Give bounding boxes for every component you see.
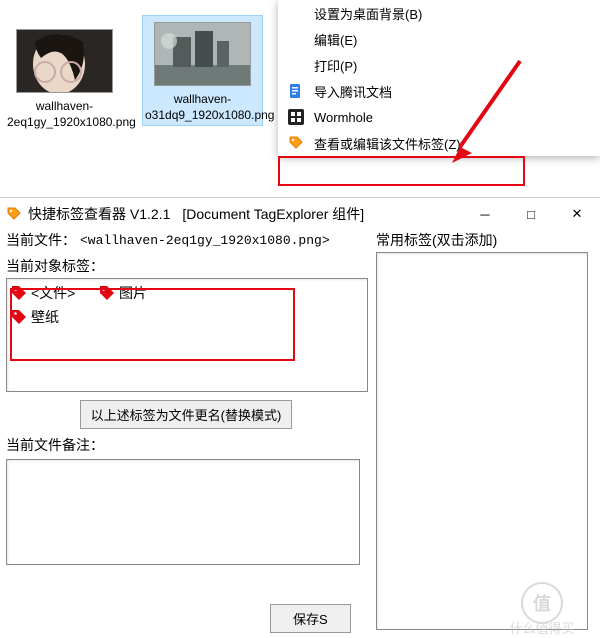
file-name-2: wallhaven-o31dq9_1920x1080.png bbox=[145, 92, 260, 123]
wormhole-icon bbox=[286, 107, 306, 127]
minimize-button[interactable]: ─ bbox=[462, 198, 508, 230]
watermark-icon: 值 什么值得买 bbox=[486, 581, 600, 638]
svg-text:什么值得买: 什么值得买 bbox=[509, 621, 574, 636]
menu-label: 设置为桌面背景(B) bbox=[314, 4, 422, 23]
context-menu-item[interactable]: 设置为桌面背景(B) bbox=[278, 0, 600, 26]
menu-label: 编辑(E) bbox=[314, 30, 357, 49]
tag-label: 图片 bbox=[119, 283, 147, 303]
tag-item[interactable]: 壁纸 bbox=[11, 307, 59, 327]
common-tags-label: 常用标签(双击添加) bbox=[376, 230, 497, 250]
menu-label: 导入腾讯文档 bbox=[314, 82, 392, 101]
title-bar[interactable]: 快捷标签查看器 V1.2.1 [Document TagExplorer 组件]… bbox=[0, 198, 600, 230]
save-button[interactable]: 保存S bbox=[270, 604, 351, 633]
context-menu-item-wormhole[interactable]: Wormhole bbox=[278, 104, 600, 130]
thumbnail-image bbox=[154, 22, 251, 86]
rename-button[interactable]: 以上述标签为文件更名(替换模式) bbox=[80, 400, 293, 429]
context-menu: 设置为桌面背景(B) 编辑(E) 打印(P) 导入腾讯文档 Wormhole 查… bbox=[278, 0, 600, 156]
svg-text:值: 值 bbox=[533, 593, 551, 614]
file-thumbnail-1[interactable]: wallhaven-2eq1gy_1920x1080.png bbox=[4, 22, 125, 133]
app-icon bbox=[6, 206, 22, 222]
tag-label: <文件> bbox=[31, 283, 75, 303]
current-file-label: 当前文件： bbox=[6, 230, 76, 250]
tag-icon bbox=[286, 133, 306, 153]
tag-item[interactable]: 图片 bbox=[99, 283, 147, 303]
current-file-value: <wallhaven-2eq1gy_1920x1080.png> bbox=[80, 233, 330, 248]
window-title: 快捷标签查看器 V1.2.1 bbox=[28, 204, 170, 224]
menu-label: Wormhole bbox=[314, 110, 373, 125]
current-tags-label: 当前对象标签： bbox=[6, 256, 104, 276]
window-subtitle: [Document TagExplorer 组件] bbox=[182, 204, 364, 224]
file-name-1: wallhaven-2eq1gy_1920x1080.png bbox=[7, 99, 122, 130]
context-menu-item[interactable]: 编辑(E) bbox=[278, 26, 600, 52]
thumbnail-image bbox=[16, 29, 113, 93]
note-textarea[interactable] bbox=[6, 459, 360, 565]
file-thumbnail-2-selected[interactable]: wallhaven-o31dq9_1920x1080.png bbox=[142, 15, 263, 126]
menu-label: 打印(P) bbox=[314, 56, 357, 75]
common-tags-listbox[interactable] bbox=[376, 252, 588, 630]
maximize-button[interactable]: □ bbox=[508, 198, 554, 230]
menu-label: 查看或编辑该文件标签(Z) bbox=[314, 134, 461, 153]
right-panel: 常用标签(双击添加) bbox=[376, 230, 586, 630]
tag-item[interactable]: <文件> bbox=[11, 283, 75, 303]
left-panel: 当前文件： <wallhaven-2eq1gy_1920x1080.png> 当前… bbox=[6, 230, 366, 565]
close-button[interactable]: ✕ bbox=[554, 198, 600, 230]
tag-label: 壁纸 bbox=[31, 307, 59, 327]
context-menu-item-tencent[interactable]: 导入腾讯文档 bbox=[278, 78, 600, 104]
current-tags-box[interactable]: <文件> 图片 壁纸 bbox=[6, 278, 368, 392]
tag-explorer-window: 快捷标签查看器 V1.2.1 [Document TagExplorer 组件]… bbox=[0, 197, 600, 638]
context-menu-item-tags[interactable]: 查看或编辑该文件标签(Z) bbox=[278, 130, 600, 156]
context-menu-item[interactable]: 打印(P) bbox=[278, 52, 600, 78]
tencent-doc-icon bbox=[286, 81, 306, 101]
current-note-label: 当前文件备注： bbox=[6, 435, 104, 455]
